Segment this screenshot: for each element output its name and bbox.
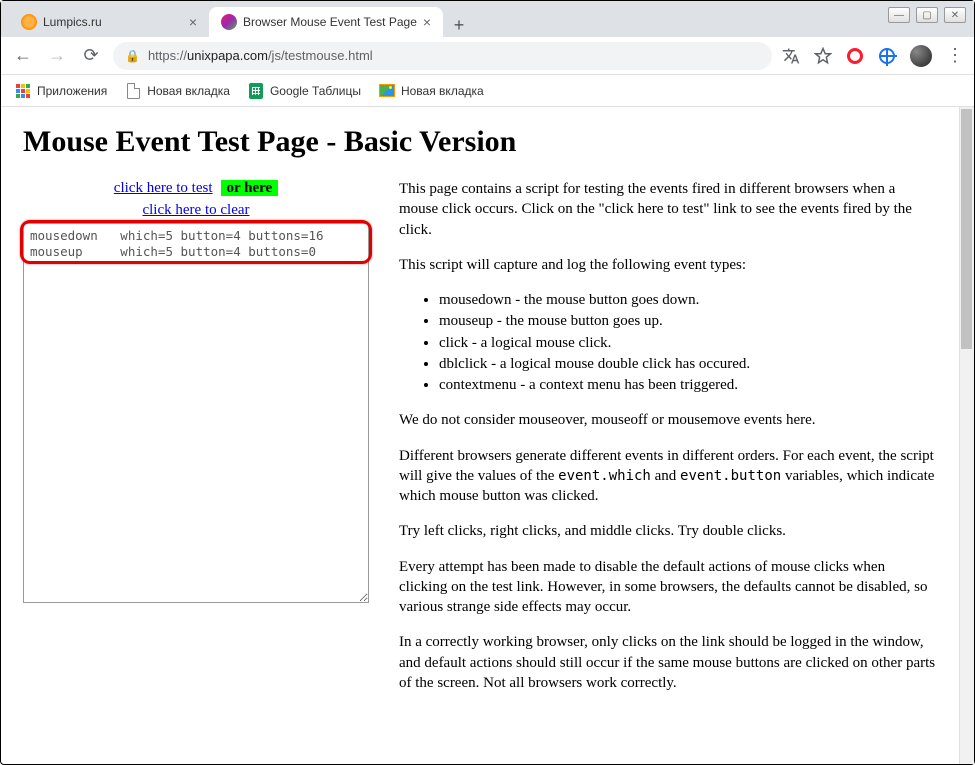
apps-icon — [15, 83, 31, 99]
bookmark-google-sheets[interactable]: Google Таблицы — [248, 83, 361, 99]
description-column: This page contains a script for testing … — [399, 179, 936, 708]
opera-icon[interactable] — [846, 47, 864, 65]
lumpics-favicon — [21, 14, 37, 30]
bookmark-star-icon[interactable] — [814, 47, 832, 65]
mouse-test-favicon — [221, 14, 237, 30]
browser-window: — ▢ ✕ Lumpics.ru × Browser Mouse Event T… — [0, 0, 975, 765]
paragraph: In a correctly working browser, only cli… — [399, 632, 936, 693]
event-types-list: mousedown - the mouse button goes down. … — [439, 290, 936, 395]
window-controls: — ▢ ✕ — [888, 7, 966, 23]
bookmark-apps[interactable]: Приложения — [15, 83, 107, 99]
tab-lumpics[interactable]: Lumpics.ru × — [9, 7, 209, 37]
list-item: contextmenu - a context menu has been tr… — [439, 375, 936, 395]
paragraph: We do not consider mouseover, mouseoff o… — [399, 410, 936, 430]
list-item: dblclick - a logical mouse double click … — [439, 354, 936, 374]
bookmark-new-tab-2[interactable]: Новая вкладка — [379, 83, 484, 99]
page-viewport: Mouse Event Test Page - Basic Version cl… — [1, 107, 974, 764]
tab-title: Lumpics.ru — [43, 15, 102, 29]
menu-button[interactable]: ⋮ — [946, 45, 964, 66]
paragraph: Try left clicks, right clicks, and middl… — [399, 521, 936, 541]
file-icon — [125, 83, 141, 99]
click-to-clear-link[interactable]: click here to clear — [142, 202, 249, 218]
click-to-test-link[interactable]: click here to test — [114, 180, 213, 196]
profile-avatar[interactable] — [910, 45, 932, 67]
event-log-textarea[interactable] — [23, 223, 369, 603]
bookmarks-bar: Приложения Новая вкладка Google Таблицы … — [1, 75, 974, 107]
or-here-button[interactable]: or here — [221, 180, 279, 196]
left-column: click here to test or here click here to… — [23, 179, 369, 608]
test-links-row: click here to test or here — [23, 179, 369, 197]
sheets-icon — [248, 83, 264, 99]
paragraph: Every attempt has been made to disable t… — [399, 557, 936, 618]
globe-icon[interactable] — [878, 47, 896, 65]
list-item: mouseup - the mouse button goes up. — [439, 311, 936, 331]
back-button[interactable]: ← — [11, 45, 35, 66]
minimize-button[interactable]: — — [888, 7, 910, 23]
list-item: click - a logical mouse click. — [439, 333, 936, 353]
lock-icon: 🔒 — [125, 49, 140, 63]
close-tab-icon[interactable]: × — [423, 14, 431, 30]
scrollbar-thumb[interactable] — [961, 109, 972, 349]
toolbar: ← → ⟳ 🔒 https://unixpapa.com/js/testmous… — [1, 37, 974, 75]
paragraph: This script will capture and log the fol… — [399, 255, 936, 275]
forward-button[interactable]: → — [45, 45, 69, 66]
bookmark-new-tab-1[interactable]: Новая вкладка — [125, 83, 230, 99]
page-title: Mouse Event Test Page - Basic Version — [23, 125, 936, 159]
new-tab-button[interactable]: + — [447, 13, 471, 37]
close-window-button[interactable]: ✕ — [944, 7, 966, 23]
page-content: Mouse Event Test Page - Basic Version cl… — [1, 107, 958, 748]
address-bar[interactable]: 🔒 https://unixpapa.com/js/testmouse.html — [113, 42, 772, 70]
close-tab-icon[interactable]: × — [189, 14, 197, 30]
list-item: mousedown - the mouse button goes down. — [439, 290, 936, 310]
tab-strip: Lumpics.ru × Browser Mouse Event Test Pa… — [1, 1, 974, 37]
paragraph: Different browsers generate different ev… — [399, 446, 936, 507]
reload-button[interactable]: ⟳ — [79, 45, 103, 66]
picture-icon — [379, 83, 395, 99]
tab-title: Browser Mouse Event Test Page — [243, 15, 417, 29]
url-text: https://unixpapa.com/js/testmouse.html — [148, 48, 373, 63]
scrollbar[interactable] — [959, 107, 974, 764]
translate-icon[interactable] — [782, 47, 800, 65]
maximize-button[interactable]: ▢ — [916, 7, 938, 23]
paragraph: This page contains a script for testing … — [399, 179, 936, 240]
toolbar-right-icons: ⋮ — [782, 45, 964, 67]
tab-mouse-test[interactable]: Browser Mouse Event Test Page × — [209, 7, 443, 37]
